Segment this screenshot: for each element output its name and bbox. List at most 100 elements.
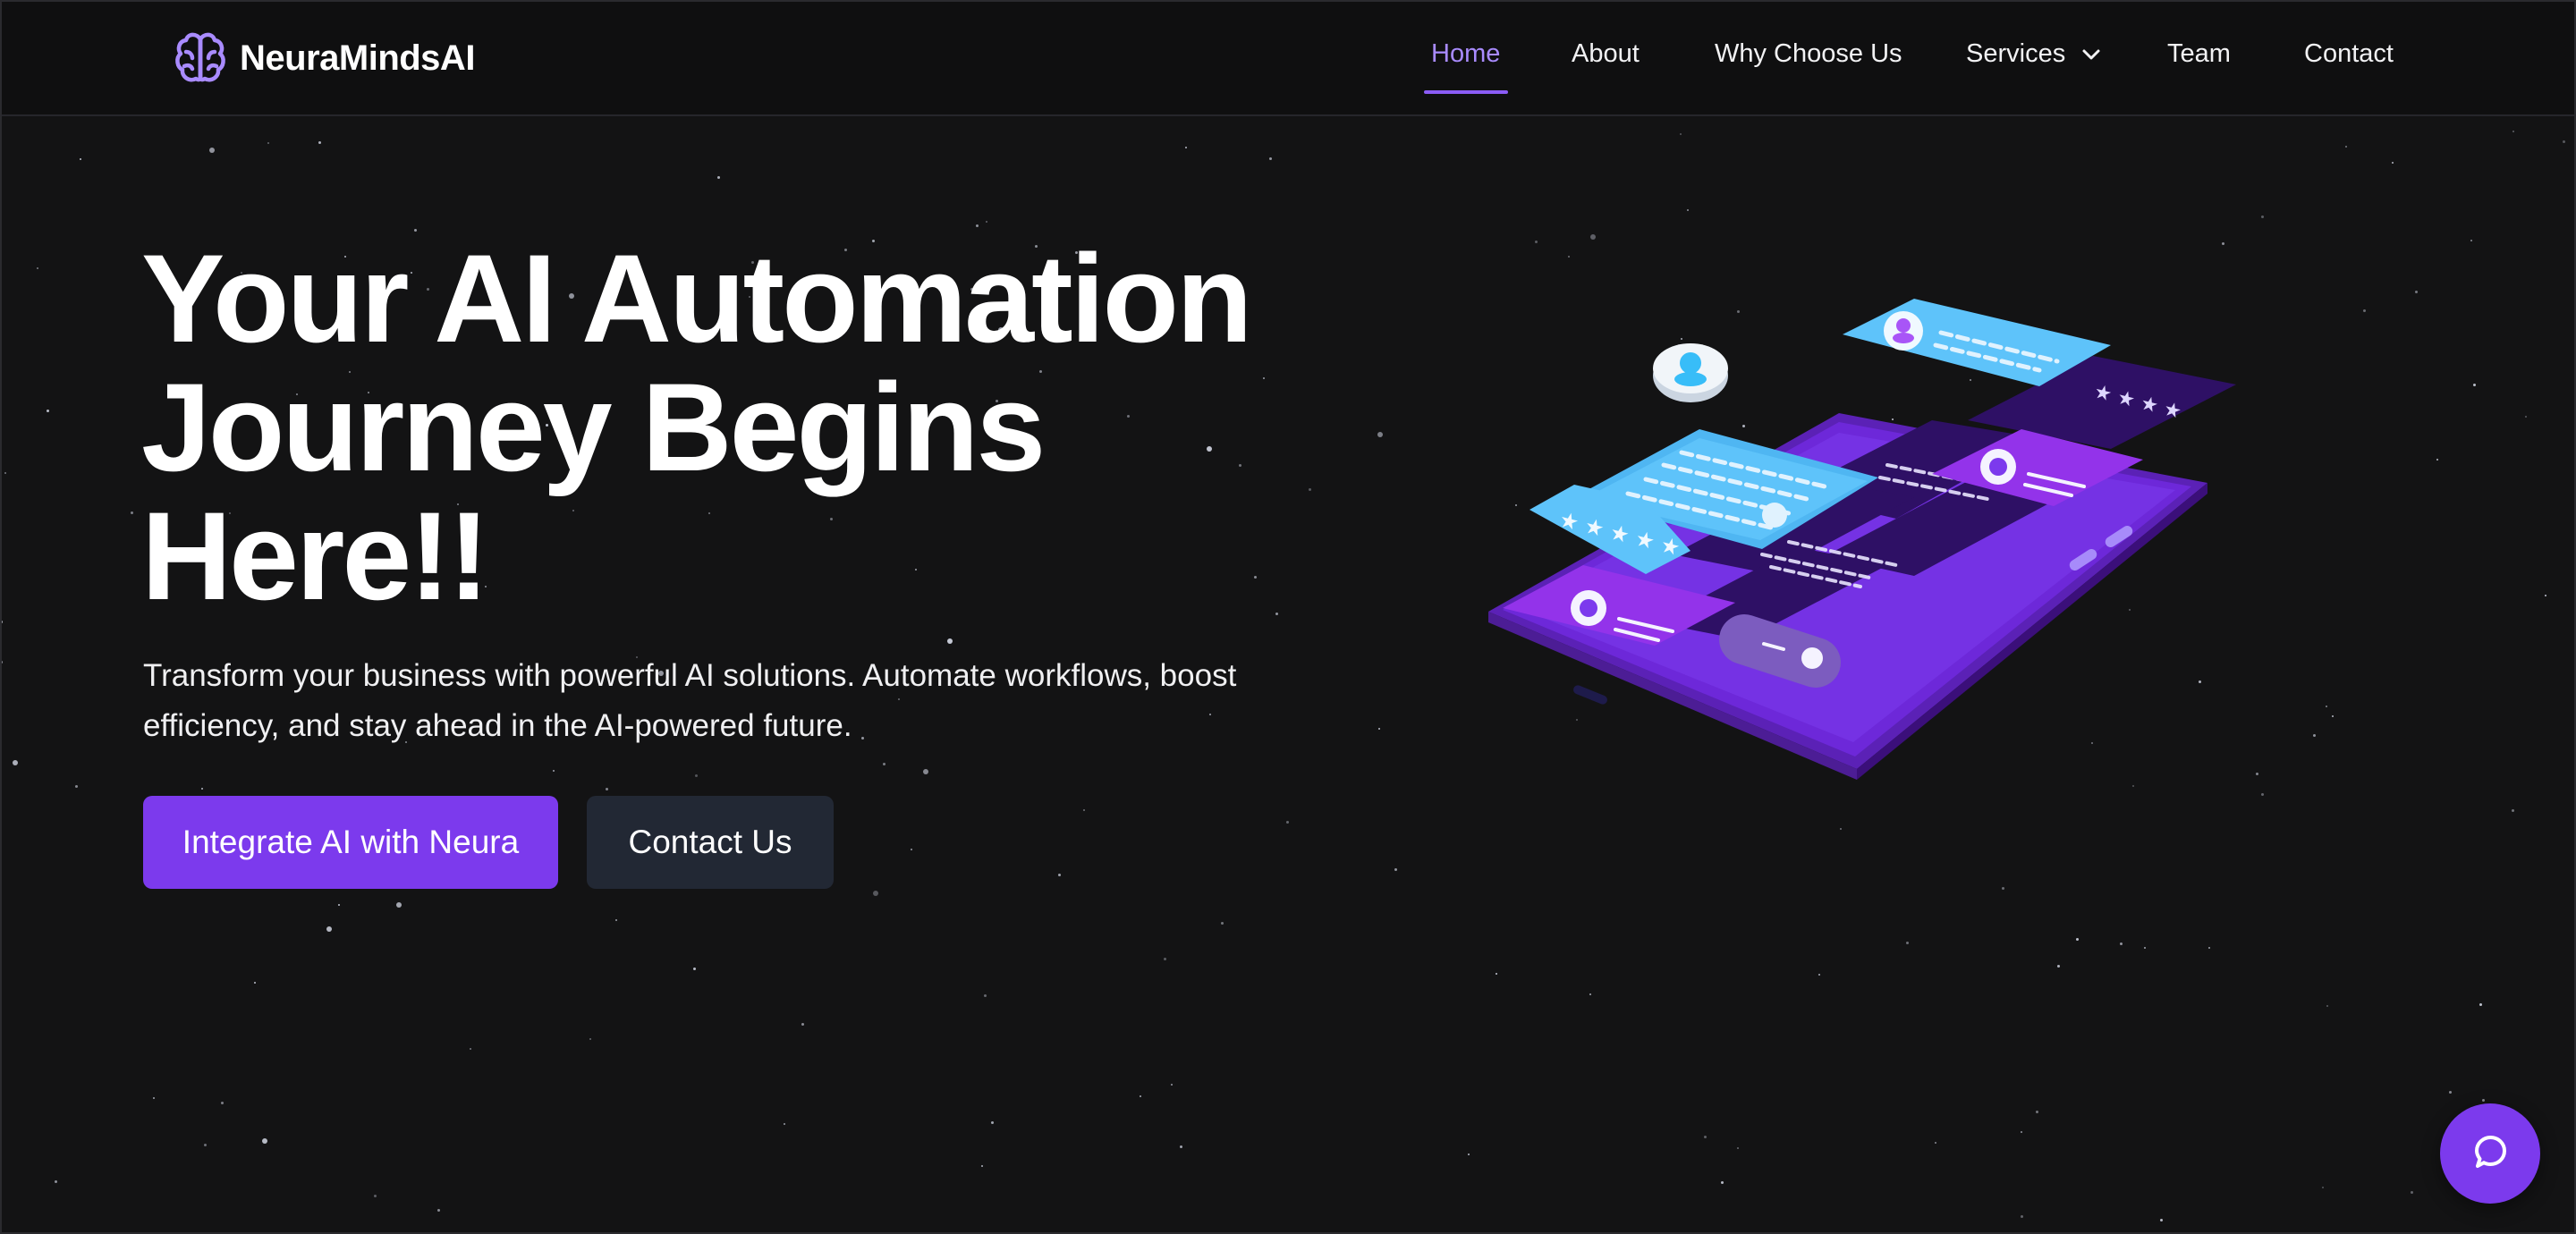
hero-title-line: Journey Begins xyxy=(141,357,1046,497)
star-dot xyxy=(1687,209,1689,211)
star-dot xyxy=(911,849,912,850)
nav-team[interactable]: Team xyxy=(2167,39,2231,69)
star-dot xyxy=(1906,942,1909,944)
star-dot xyxy=(1680,133,1682,135)
star-dot xyxy=(1589,993,1591,995)
star-dot xyxy=(1737,1147,1739,1149)
star-dot xyxy=(1590,234,1596,240)
star-dot xyxy=(2036,1111,2038,1113)
star-dot xyxy=(2545,595,2546,596)
star-dot xyxy=(2144,947,2146,949)
star-dot xyxy=(947,638,953,644)
star-dot xyxy=(2261,793,2264,796)
star-dot xyxy=(338,904,340,906)
star-dot xyxy=(470,1048,471,1050)
star-dot xyxy=(2021,1215,2023,1218)
star-dot xyxy=(2525,416,2527,418)
star-dot xyxy=(2208,947,2210,949)
contact-us-button[interactable]: Contact Us xyxy=(587,796,834,889)
star-dot xyxy=(2076,938,2079,941)
star-dot xyxy=(1140,1095,1141,1097)
star-dot xyxy=(2345,146,2347,148)
star-dot xyxy=(986,221,987,223)
star-dot xyxy=(437,1209,440,1212)
star-dot xyxy=(2512,809,2514,812)
star-dot xyxy=(1083,809,1085,811)
star-dot xyxy=(47,410,49,412)
star-dot xyxy=(267,142,269,144)
star-dot xyxy=(2449,1091,2452,1094)
star-dot xyxy=(2563,140,2565,143)
star-dot xyxy=(1378,728,1380,730)
brand-name: NeuraMindsAI xyxy=(240,38,475,78)
star-dot xyxy=(75,785,78,788)
star-dot xyxy=(589,1038,591,1040)
star-dot xyxy=(2222,242,2224,245)
star-dot xyxy=(1721,1181,1724,1184)
star-dot xyxy=(801,1023,804,1026)
star-dot xyxy=(2256,773,2258,775)
star-dot xyxy=(221,1102,224,1104)
star-dot xyxy=(2415,291,2418,293)
star-dot xyxy=(976,224,979,227)
star-dot xyxy=(1535,241,1538,243)
star-dot xyxy=(254,982,256,984)
star-dot xyxy=(396,902,402,908)
star-dot xyxy=(209,148,215,153)
star-dot xyxy=(695,774,698,777)
chevron-down-icon xyxy=(2082,49,2100,60)
chat-widget-button[interactable] xyxy=(2440,1103,2540,1204)
star-dot xyxy=(1164,958,1166,960)
star-dot xyxy=(693,968,696,970)
brain-icon xyxy=(175,32,225,82)
star-dot xyxy=(1496,973,1497,975)
star-dot xyxy=(2392,162,2394,164)
star-dot xyxy=(153,1097,155,1099)
hero-subtitle: Transform your business with powerful AI… xyxy=(143,658,1237,743)
star-dot xyxy=(883,763,886,765)
star-dot xyxy=(2326,706,2327,707)
star-dot xyxy=(1840,828,1842,830)
top-navbar: NeuraMindsAI Home About Why Choose Us Se… xyxy=(0,0,2576,116)
star-dot xyxy=(1185,147,1187,148)
brand-logo[interactable]: NeuraMindsAI xyxy=(174,30,475,86)
hero-title: Your AI Automation Journey Begins Here!! xyxy=(141,234,1394,621)
star-dot xyxy=(201,788,203,790)
nav-why-choose-us[interactable]: Why Choose Us xyxy=(1715,39,1902,69)
star-dot xyxy=(55,1180,57,1183)
star-dot xyxy=(2021,1131,2022,1133)
star-dot xyxy=(2332,715,2334,717)
star-dot xyxy=(1394,868,1397,871)
star-dot xyxy=(615,919,617,921)
star-dot xyxy=(318,141,321,144)
star-dot xyxy=(326,926,332,932)
star-dot xyxy=(2160,1219,2163,1221)
nav-active-indicator xyxy=(1424,90,1508,94)
nav-contact[interactable]: Contact xyxy=(2304,39,2394,69)
star-dot xyxy=(2479,1003,2482,1006)
star-dot xyxy=(2057,965,2060,968)
star-dot xyxy=(1818,974,1820,976)
star-dot xyxy=(80,158,81,160)
star-dot xyxy=(1704,1136,1707,1138)
star-dot xyxy=(873,891,878,896)
nav-home[interactable]: Home xyxy=(1431,39,1500,69)
star-dot xyxy=(784,1123,785,1125)
star-dot xyxy=(2363,309,2366,312)
star-dot xyxy=(204,1144,207,1146)
integrate-ai-button[interactable]: Integrate AI with Neura xyxy=(143,796,558,889)
star-dot xyxy=(1221,922,1224,925)
star-dot xyxy=(2473,384,2476,386)
star-dot xyxy=(262,1138,267,1144)
nav-services[interactable]: Services xyxy=(1966,39,2101,69)
star-dot xyxy=(553,770,555,772)
star-dot xyxy=(2470,240,2472,241)
star-dot xyxy=(2002,887,2004,890)
nav-about[interactable]: About xyxy=(1572,39,1640,69)
star-dot xyxy=(2512,131,2514,132)
star-dot xyxy=(1286,821,1289,824)
star-dot xyxy=(984,994,987,997)
star-dot xyxy=(2436,459,2438,461)
star-dot xyxy=(991,1121,994,1124)
star-dot xyxy=(1058,874,1061,876)
